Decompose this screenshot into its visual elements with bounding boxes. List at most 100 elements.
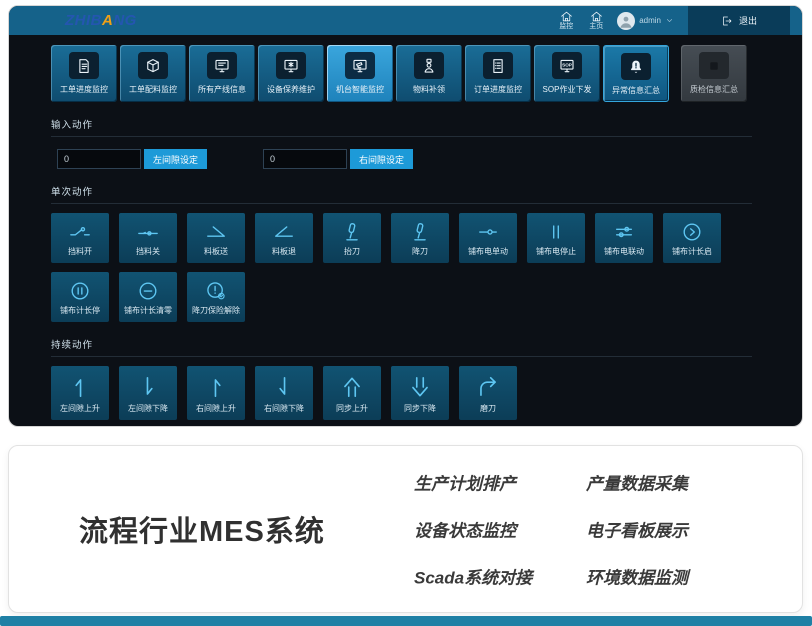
single-section-title: 单次动作 xyxy=(51,184,802,198)
action-label: 抬刀 xyxy=(344,246,360,257)
action-tile-arrow-down-left-1[interactable]: 左间隙下降 xyxy=(119,366,177,420)
module-tile-2[interactable]: 所有产线信息 xyxy=(189,45,255,102)
action-label: 料板送 xyxy=(204,246,228,257)
box-icon xyxy=(144,57,162,75)
action-tile-switch-open-0[interactable]: 挡料开 xyxy=(51,213,109,263)
arrow-up-left-icon xyxy=(67,370,93,403)
action-label: 铺布电联动 xyxy=(604,246,644,257)
action-tile-double-down-5[interactable]: 同步下降 xyxy=(391,366,449,420)
feature-item: 电子看板展示 xyxy=(586,517,688,542)
curve-right-icon xyxy=(475,370,501,403)
module-label: 质检信息汇总 xyxy=(690,84,738,95)
monitor-wrench-icon xyxy=(282,57,300,75)
module-tile-6[interactable]: 订单进度监控 xyxy=(465,45,531,102)
action-tile-switch-closed-1[interactable]: 挡料关 xyxy=(119,213,177,263)
action-tile-circle-play-9[interactable]: 铺布计长启 xyxy=(663,213,721,263)
feature-item: Scada系统对接 xyxy=(414,564,586,589)
module-label: 订单进度监控 xyxy=(474,84,522,95)
action-tile-arrow-up-right-2[interactable]: 右间隙上升 xyxy=(187,366,245,420)
divider xyxy=(51,136,752,137)
bell-icon xyxy=(627,58,645,76)
order-list-icon xyxy=(489,57,507,75)
module-tile-5[interactable]: 物料补领 xyxy=(396,45,462,102)
action-label: 料板退 xyxy=(272,246,296,257)
blank-square-icon xyxy=(705,57,723,75)
action-tile-circle-alert-12[interactable]: 降刀保险解除 xyxy=(187,272,245,322)
action-label: 同步上升 xyxy=(336,403,368,414)
arrow-up-right-icon xyxy=(203,370,229,403)
action-label: 磨刀 xyxy=(480,403,496,414)
action-label: 降刀保险解除 xyxy=(192,305,240,316)
switch-closed-icon xyxy=(135,217,161,246)
gap-set-button-1[interactable]: 右间隙设定 xyxy=(350,149,413,169)
jog-icon xyxy=(475,217,501,246)
action-label: 铺布计长清零 xyxy=(124,305,172,316)
monitor-cam-icon xyxy=(351,57,369,75)
action-label: 挡料开 xyxy=(68,246,92,257)
blade-icon xyxy=(339,217,365,246)
action-tile-jog-6[interactable]: 铺布电单动 xyxy=(459,213,517,263)
footer-card: 流程行业MES系统 生产计划排产产量数据采集设备状态监控电子看板展示Scada系… xyxy=(8,445,803,613)
nav-label: 监控 xyxy=(559,23,573,31)
double-down-icon xyxy=(407,370,433,403)
action-tile-sliders-8[interactable]: 铺布电联动 xyxy=(595,213,653,263)
feature-item: 环境数据监测 xyxy=(586,564,688,589)
module-tile-7[interactable]: SOPSOP作业下发 xyxy=(534,45,600,102)
module-label: 工单进度监控 xyxy=(60,84,108,95)
footer-title: 流程行业MES系统 xyxy=(79,508,325,550)
action-tile-circle-minus-11[interactable]: 铺布计长清零 xyxy=(119,272,177,322)
action-label: 铺布电停止 xyxy=(536,246,576,257)
circle-pause-icon xyxy=(67,276,93,305)
action-label: 降刀 xyxy=(412,246,428,257)
circle-play-icon xyxy=(679,217,705,246)
module-tile-4[interactable]: 机台智能监控 xyxy=(327,45,393,102)
person-box-icon xyxy=(420,57,438,75)
action-tile-double-up-4[interactable]: 同步上升 xyxy=(323,366,381,420)
action-label: 铺布电单动 xyxy=(468,246,508,257)
action-tile-blade-4[interactable]: 抬刀 xyxy=(323,213,381,263)
nav-item-1[interactable]: 主页 xyxy=(589,10,603,31)
action-tile-arrow-down-right-3[interactable]: 右间隙下降 xyxy=(255,366,313,420)
divider xyxy=(51,356,752,357)
action-tile-curve-right-6[interactable]: 磨刀 xyxy=(459,366,517,420)
gap-set-button-0[interactable]: 左间隙设定 xyxy=(144,149,207,169)
input-section-title: 输入动作 xyxy=(51,117,802,131)
module-label: 设备保养维护 xyxy=(267,84,315,95)
logout-button[interactable]: 退出 xyxy=(688,6,790,35)
gap-value-input-1[interactable] xyxy=(263,149,347,169)
action-tile-arrow-up-left-0[interactable]: 左间隙上升 xyxy=(51,366,109,420)
action-tile-angle-left-3[interactable]: 料板退 xyxy=(255,213,313,263)
app-window: ZHIBANG 监控主页 admin 退出 工单进度监控工单配料监控所有产线信息… xyxy=(8,5,803,427)
action-tile-angle-right-2[interactable]: 料板送 xyxy=(187,213,245,263)
home-icon xyxy=(560,10,573,23)
gap-value-input-0[interactable] xyxy=(57,149,141,169)
angle-right-icon xyxy=(203,217,229,246)
module-tile-8[interactable]: 异常信息汇总 xyxy=(603,45,669,102)
arrow-down-right-icon xyxy=(271,370,297,403)
sliders-icon xyxy=(611,217,637,246)
module-tile-1[interactable]: 工单配料监控 xyxy=(120,45,186,102)
continuous-section-title: 持续动作 xyxy=(51,337,802,351)
divider xyxy=(51,203,752,204)
module-tile-0[interactable]: 工单进度监控 xyxy=(51,45,117,102)
action-tile-blade-5[interactable]: 降刀 xyxy=(391,213,449,263)
feature-item: 设备状态监控 xyxy=(414,517,586,542)
action-label: 左间隙上升 xyxy=(60,403,100,414)
svg-text:SOP: SOP xyxy=(562,62,572,67)
arrow-down-left-icon xyxy=(135,370,161,403)
monitor-info-icon xyxy=(213,57,231,75)
user-menu[interactable]: admin xyxy=(617,12,674,30)
nav-item-0[interactable]: 监控 xyxy=(559,10,573,31)
action-tile-circle-pause-10[interactable]: 铺布计长停 xyxy=(51,272,109,322)
module-label: 异常信息汇总 xyxy=(612,85,660,96)
action-label: 左间隙下降 xyxy=(128,403,168,414)
module-tile-3[interactable]: 设备保养维护 xyxy=(258,45,324,102)
module-tile-9[interactable]: 质检信息汇总 xyxy=(681,45,747,102)
action-tile-pause-7[interactable]: 铺布电停止 xyxy=(527,213,585,263)
action-label: 右间隙下降 xyxy=(264,403,304,414)
circle-alert-icon xyxy=(203,276,229,305)
action-label: 铺布计长停 xyxy=(60,305,100,316)
chevron-down-icon xyxy=(665,16,674,25)
module-label: 工单配料监控 xyxy=(129,84,177,95)
continuous-action-tiles: 左间隙上升 左间隙下降 右间隙上升右间隙下降 同步上升 同步下降磨刀 xyxy=(51,366,729,420)
